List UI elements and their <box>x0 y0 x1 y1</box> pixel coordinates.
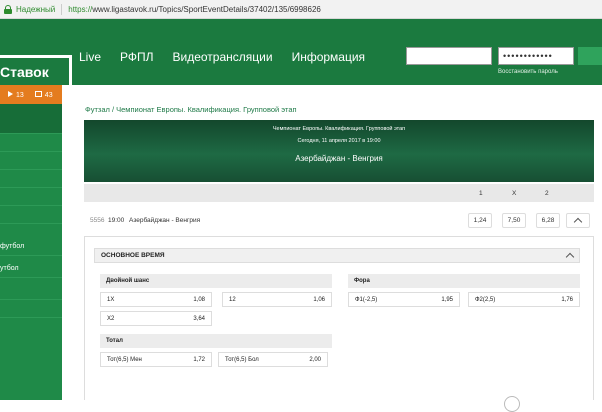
live-counter[interactable]: 13 <box>8 90 24 99</box>
chevron-up-icon <box>573 217 583 227</box>
nav-item-video[interactable]: Видеотрансляции <box>173 50 273 64</box>
divider <box>61 3 63 15</box>
outcome-h1[interactable]: Ф1(-2,5) 1,95 <box>348 292 460 307</box>
odds-header-2: 2 <box>545 190 549 197</box>
event-time: 19:00 <box>108 217 125 224</box>
address-bar[interactable]: Надежный https:// www.ligastavok.ru/Topi… <box>0 0 602 19</box>
outcome-12[interactable]: 12 1,06 <box>222 292 332 307</box>
outcome-1x[interactable]: 1X 1,08 <box>100 292 212 307</box>
nav-item-live[interactable]: Live <box>79 50 101 64</box>
section-header[interactable]: ОСНОВНОЕ ВРЕМЯ <box>94 248 580 263</box>
market-title-total: Тотал <box>100 334 332 348</box>
secure-label: Надежный <box>16 4 56 14</box>
odd-away[interactable]: 6,28 <box>536 213 560 228</box>
odds-header-1: 1 <box>479 190 483 197</box>
banner-competition: Чемпионат Европы. Квалификация. Группово… <box>272 126 406 132</box>
url-protocol: https:// <box>68 4 93 14</box>
odds-header-x: X <box>512 190 517 197</box>
sidebar-item-football-2[interactable]: утбол <box>0 260 62 278</box>
collapse-button[interactable] <box>566 213 590 228</box>
outcome-total-over[interactable]: Тот(6,5) Бол 2,00 <box>218 352 328 367</box>
event-row: 5556 19:00 Азербайджан - Венгрия 1,24 7,… <box>84 208 594 232</box>
main-nav: Live РФПЛ Видеотрансляции Информация <box>79 50 384 64</box>
market-title-handicap: Фора <box>348 274 580 288</box>
video-counter[interactable]: 43 <box>34 90 53 99</box>
sidebar-item[interactable] <box>0 170 62 188</box>
nav-item-rfpl[interactable]: РФПЛ <box>120 50 154 64</box>
sidebar-item[interactable] <box>0 188 62 206</box>
live-counters: 13 43 <box>0 85 62 104</box>
outcome-h2[interactable]: Ф2(2,5) 1,76 <box>468 292 580 307</box>
banner-match: Азербайджан - Венгрия <box>295 154 383 163</box>
event-banner: Чемпионат Европы. Квалификация. Группово… <box>84 120 594 182</box>
odd-draw[interactable]: 7,50 <box>502 213 526 228</box>
nav-item-info[interactable]: Информация <box>292 50 365 64</box>
sidebar-item-football[interactable]: футбол <box>0 238 62 256</box>
url-text: www.ligastavok.ru/Topics/SportEventDetai… <box>92 4 321 14</box>
sidebar-item[interactable] <box>0 206 62 224</box>
sidebar-item[interactable] <box>0 134 62 152</box>
video-icon <box>34 90 42 97</box>
event-code: 5556 <box>90 217 105 224</box>
section-title: ОСНОВНОЕ ВРЕМЯ <box>101 252 165 259</box>
play-icon <box>8 90 13 97</box>
lock-icon <box>4 4 12 14</box>
breadcrumb[interactable]: Футзал / Чемпионат Европы. Квалификация.… <box>85 105 297 114</box>
site-header: Ставок Live РФПЛ Видеотрансляции Информа… <box>0 19 602 87</box>
market-title-double-chance: Двойной шанс <box>100 274 332 288</box>
odds-header: 1 X 2 <box>84 184 594 202</box>
chevron-up-icon[interactable] <box>565 252 575 262</box>
forgot-password-link[interactable]: Восстановить пароль <box>498 69 558 75</box>
sidebar-item[interactable] <box>0 300 62 318</box>
sidebar-item[interactable] <box>0 104 62 134</box>
login-button[interactable] <box>578 47 602 65</box>
outcome-total-under[interactable]: Тот(6,5) Мен 1,72 <box>100 352 212 367</box>
sidebar-item[interactable] <box>0 152 62 170</box>
password-input[interactable]: •••••••••••• <box>498 47 574 65</box>
sidebar-item[interactable] <box>0 282 62 300</box>
event-name[interactable]: Азербайджан - Венгрия <box>129 217 200 224</box>
scroll-top-button[interactable] <box>504 396 520 412</box>
odd-home[interactable]: 1,24 <box>468 213 492 228</box>
login-input[interactable] <box>406 47 492 65</box>
site-logo[interactable]: Ставок <box>0 55 72 87</box>
outcome-x2[interactable]: X2 3,64 <box>100 311 212 326</box>
banner-datetime: Сегодня, 11 апреля 2017 в 19:00 <box>297 138 381 144</box>
